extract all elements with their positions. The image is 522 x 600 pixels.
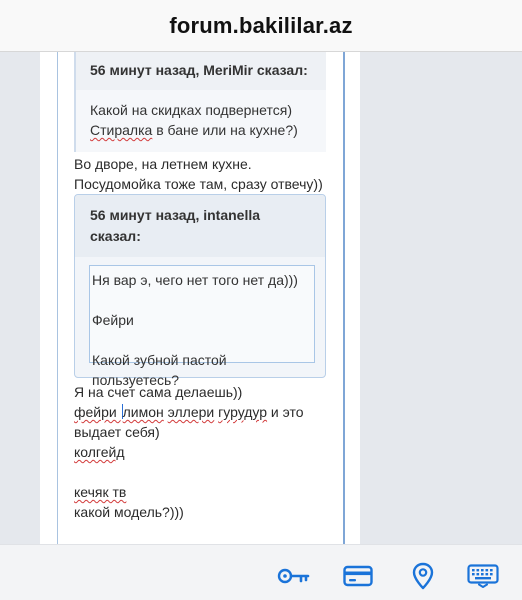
location-pin-icon[interactable]	[410, 562, 436, 590]
quote-line: Стиралка в бане или на кухне?)	[90, 120, 326, 140]
quote-block-merimir: 56 минут назад, MeriMir сказал: Какой на…	[74, 52, 326, 152]
quote-header: 56 минут назад, intanella сказал:	[75, 195, 325, 257]
quote-header: 56 минут назад, MeriMir сказал:	[76, 52, 326, 90]
keyboard-icon[interactable]	[466, 563, 500, 589]
reply-line: Я на счет сама делаешь))	[74, 384, 243, 400]
reply-line: кечяк тв	[74, 482, 304, 502]
quote-line-empty	[92, 290, 314, 310]
misspelled-word: кечяк тв	[74, 484, 127, 500]
reply-line: фейри лимон эллери гурудур и это	[74, 402, 304, 422]
quote-body: Какой на скидках подвернется) Стиралка в…	[76, 90, 326, 140]
reply-line-empty	[74, 462, 304, 482]
credit-card-icon[interactable]	[342, 563, 374, 589]
quote-line-empty	[92, 330, 314, 350]
misspelled-word: фейри	[74, 404, 121, 420]
quote-line-rest: в бане или на кухне?)	[152, 122, 298, 138]
key-icon[interactable]	[277, 563, 311, 589]
site-domain: forum.bakililar.az	[169, 12, 353, 38]
reply-text-1: Во дворе, на летнем кухне. Посудомойка т…	[74, 154, 323, 194]
quote-block-intanella[interactable]: 56 минут назад, intanella сказал: Ня вар…	[74, 194, 326, 388]
keyboard-accessory-bar	[0, 544, 522, 600]
quote-header-line: сказал:	[90, 228, 141, 244]
reply-text-2[interactable]: Я на счет сама делаешь)) фейри лимон элл…	[74, 382, 304, 522]
reply-line: выдает себя)	[74, 424, 160, 440]
quote-line: Фейри	[92, 312, 134, 328]
quote-line: Какой на скидках подвернется)	[90, 102, 292, 118]
reply-line: колгейд	[74, 444, 125, 460]
reply-line: Во дворе, на летнем кухне.	[74, 156, 252, 172]
quote-line: Ня вар э, чего нет того нет да)))	[92, 272, 298, 288]
misspelled-word: эллери	[167, 404, 215, 420]
browser-address-bar[interactable]: forum.bakililar.az	[0, 0, 522, 52]
misspelled-word: лимон	[122, 404, 164, 420]
reply-line-rest: и это	[267, 404, 304, 420]
quote-body-selected[interactable]: Ня вар э, чего нет того нет да))) Фейри …	[89, 265, 315, 388]
reply-line: Посудомойка тоже там, сразу отвечу))	[74, 176, 323, 192]
quote-header-line: 56 минут назад, intanella	[90, 207, 261, 223]
misspelled-word: гурудур	[218, 404, 268, 420]
reply-line: какой модель?)))	[74, 504, 184, 520]
misspelled-word: Стиралка	[90, 122, 153, 138]
